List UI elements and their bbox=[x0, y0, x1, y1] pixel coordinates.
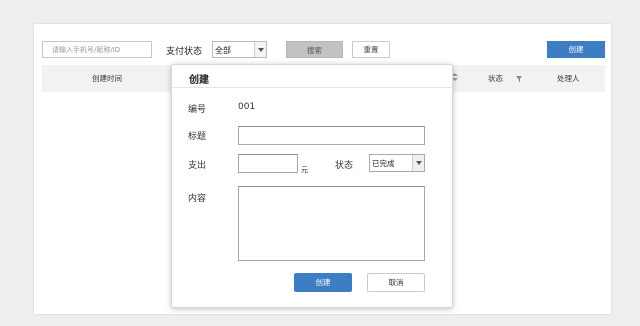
content-label: 内容 bbox=[188, 194, 207, 204]
pay-status-select[interactable]: 全部 bbox=[212, 41, 267, 58]
search-input[interactable] bbox=[42, 41, 152, 58]
content-textarea[interactable] bbox=[238, 186, 425, 261]
column-handler: 处理人 bbox=[557, 74, 580, 83]
title-field[interactable] bbox=[238, 126, 425, 145]
title-label: 标题 bbox=[188, 132, 207, 142]
search-button[interactable]: 搜索 bbox=[286, 41, 343, 58]
dialog-title: 创建 bbox=[189, 75, 209, 86]
expense-label: 支出 bbox=[188, 161, 207, 171]
number-value: 001 bbox=[238, 102, 256, 112]
expense-field[interactable] bbox=[238, 154, 298, 173]
status-label: 状态 bbox=[335, 161, 354, 171]
create-button[interactable]: 创建 bbox=[547, 41, 605, 58]
chevron-down-icon bbox=[254, 42, 266, 57]
chevron-down-icon bbox=[412, 155, 424, 171]
confirm-create-button[interactable]: 创建 bbox=[294, 273, 352, 292]
create-dialog: 创建 编号 001 标题 支出 元 状态 已完成 内容 创建 取消 bbox=[171, 64, 453, 308]
cancel-button[interactable]: 取消 bbox=[367, 273, 425, 292]
pay-status-label: 支付状态 bbox=[166, 47, 203, 57]
column-created-time: 创建时间 bbox=[92, 74, 122, 83]
status-select[interactable]: 已完成 bbox=[369, 154, 425, 172]
dialog-divider bbox=[172, 87, 452, 88]
status-select-value: 已完成 bbox=[372, 159, 395, 168]
filter-icon[interactable] bbox=[516, 76, 522, 82]
number-label: 编号 bbox=[188, 105, 207, 115]
reset-button[interactable]: 重置 bbox=[352, 41, 390, 58]
column-status[interactable]: 状态 bbox=[488, 65, 503, 92]
pay-status-value: 全部 bbox=[215, 46, 231, 55]
expense-unit: 元 bbox=[301, 166, 308, 174]
